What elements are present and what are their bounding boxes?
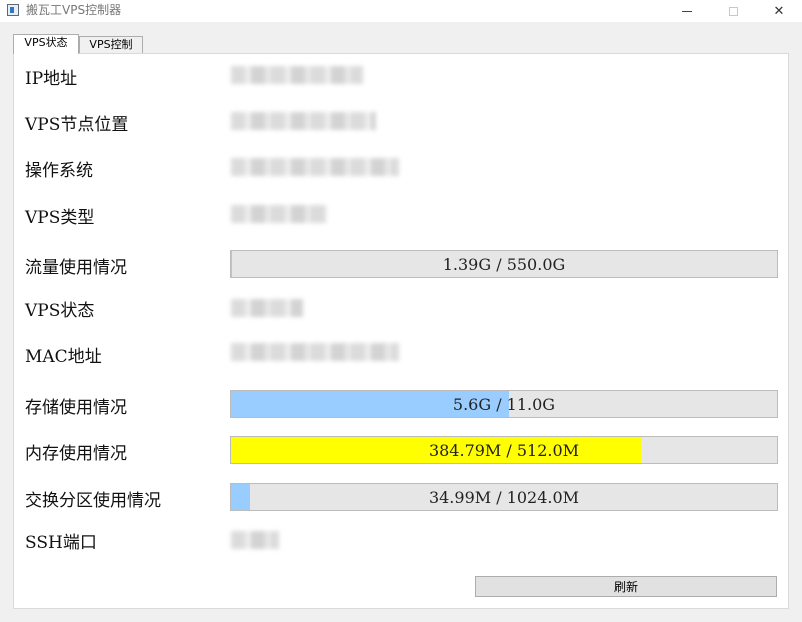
window-client: VPS状态 VPS控制 IP地址 VPS节点位置 操作系统 VPS类型 流量使用…	[0, 22, 802, 622]
swap-progress-text: 34.99M / 1024.0M	[428, 487, 580, 507]
maximize-button[interactable]	[710, 0, 756, 22]
mac-value-redacted	[231, 343, 399, 361]
memory-progress-text: 384.79M / 512.0M	[428, 440, 580, 460]
memory-label: 内存使用情况	[25, 444, 127, 464]
minimize-icon	[682, 10, 692, 12]
minimize-button[interactable]	[664, 0, 710, 22]
tab-vps-status[interactable]: VPS状态	[13, 34, 79, 54]
storage-progress-text: 5.6G / 11.0G	[452, 394, 556, 414]
location-label: VPS节点位置	[25, 115, 129, 135]
os-label: 操作系统	[25, 161, 93, 181]
storage-label: 存储使用情况	[25, 398, 127, 418]
ip-label: IP地址	[25, 69, 78, 89]
swap-label: 交换分区使用情况	[25, 491, 161, 511]
mac-label: MAC地址	[25, 347, 102, 367]
tab-vps-control[interactable]: VPS控制	[79, 36, 143, 53]
traffic-label: 流量使用情况	[25, 258, 127, 278]
storage-progress-bar: 5.6G / 11.0G	[230, 390, 778, 418]
title-bar: 搬瓦工VPS控制器 ✕	[0, 0, 802, 22]
memory-progress-bar: 384.79M / 512.0M	[230, 436, 778, 464]
location-value-redacted	[231, 112, 376, 130]
ip-value-redacted	[231, 66, 363, 84]
vps-type-label: VPS类型	[25, 208, 95, 228]
vps-status-value-redacted	[231, 299, 303, 317]
status-panel: IP地址 VPS节点位置 操作系统 VPS类型 流量使用情况 1.39G / 5…	[13, 53, 789, 609]
traffic-progress-text: 1.39G / 550.0G	[442, 254, 566, 274]
swap-progress-bar: 34.99M / 1024.0M	[230, 483, 778, 511]
close-button[interactable]: ✕	[756, 0, 802, 22]
refresh-button[interactable]: 刷新	[475, 576, 777, 597]
maximize-icon	[728, 6, 738, 16]
vps-type-value-redacted	[231, 205, 327, 223]
window-title: 搬瓦工VPS控制器	[26, 3, 122, 17]
ssh-port-value-redacted	[231, 531, 279, 549]
traffic-progress-bar: 1.39G / 550.0G	[230, 250, 778, 278]
vps-status-label: VPS状态	[25, 301, 95, 321]
os-value-redacted	[231, 158, 399, 176]
ssh-port-label: SSH端口	[25, 533, 97, 553]
app-icon	[7, 4, 19, 16]
close-icon: ✕	[773, 3, 785, 19]
